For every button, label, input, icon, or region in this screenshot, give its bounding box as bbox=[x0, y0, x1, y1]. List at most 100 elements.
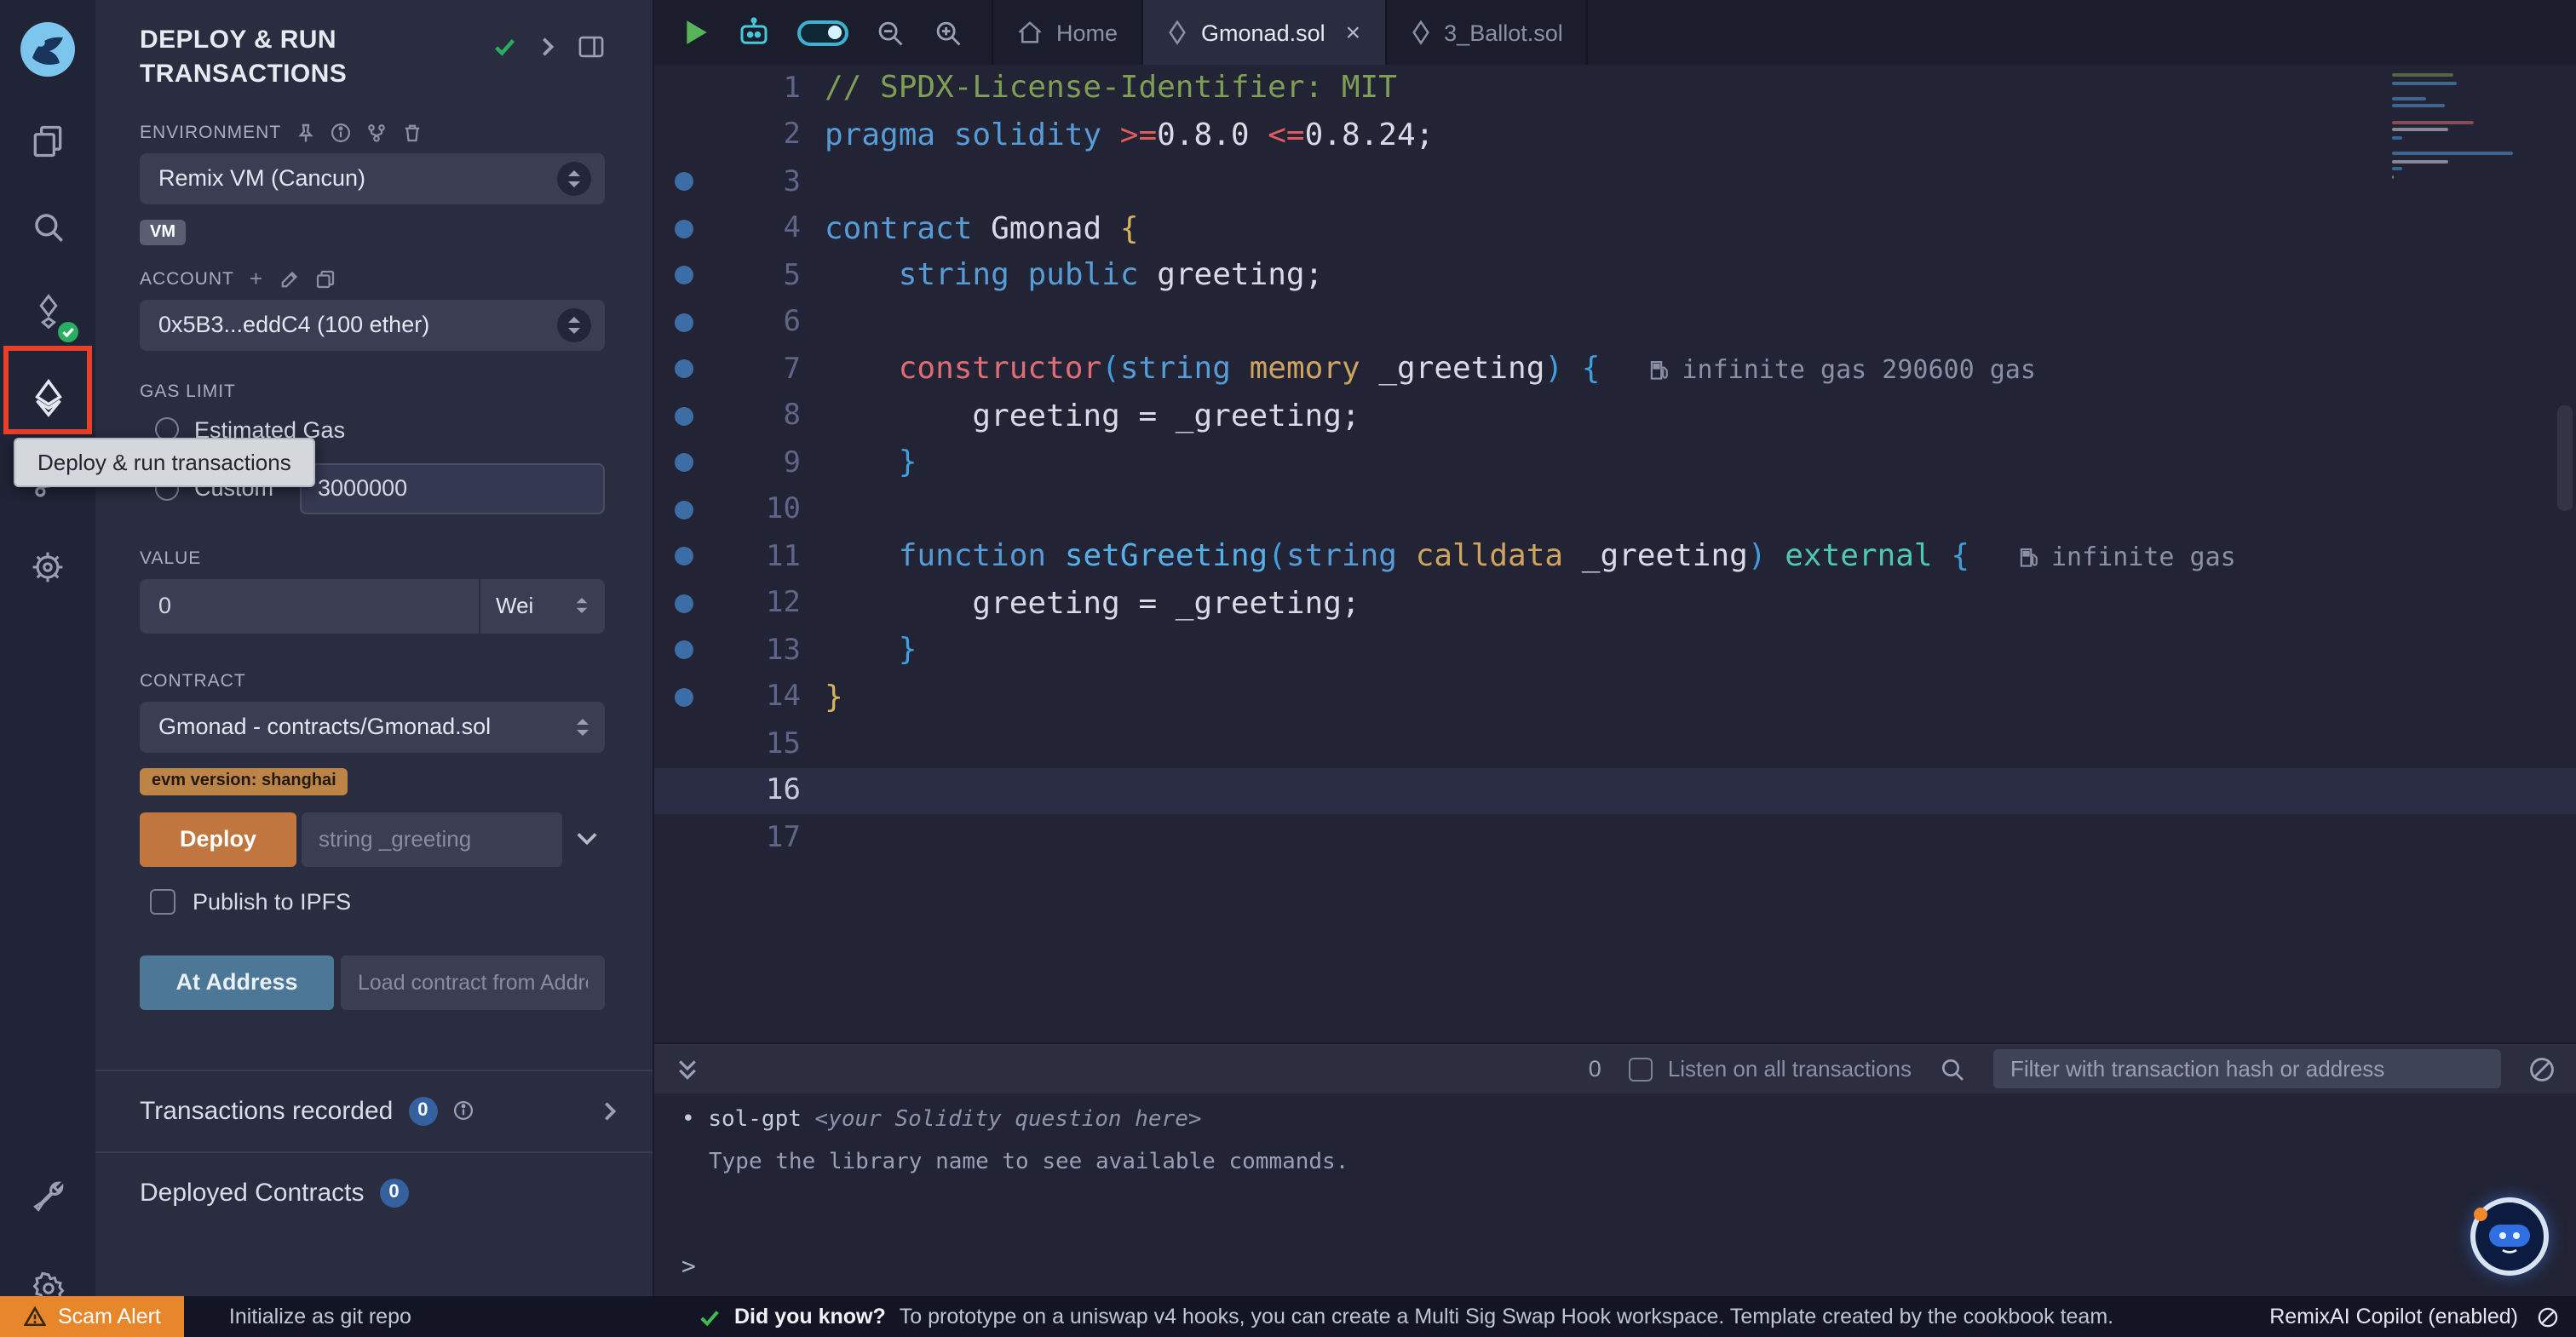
gutter-dot-icon[interactable] bbox=[674, 313, 693, 332]
custom-gas-input[interactable] bbox=[299, 462, 605, 514]
code-line-14[interactable]: 14} bbox=[654, 674, 2576, 720]
gutter[interactable] bbox=[654, 548, 712, 566]
gutter-dot-icon[interactable] bbox=[674, 267, 693, 285]
fork-icon[interactable] bbox=[366, 122, 387, 142]
editor-scrollbar[interactable] bbox=[2557, 405, 2573, 511]
code-editor[interactable]: 1// SPDX-License-Identifier: MIT2pragma … bbox=[654, 65, 2576, 1042]
constructor-arg-input[interactable] bbox=[302, 812, 562, 866]
deploy-button[interactable]: Deploy bbox=[140, 812, 296, 866]
gutter[interactable] bbox=[654, 173, 712, 192]
tab-home[interactable]: Home bbox=[993, 0, 1143, 65]
add-account-icon[interactable]: + bbox=[250, 270, 263, 287]
chevron-right-icon[interactable] bbox=[601, 1099, 618, 1122]
gutter-dot-icon[interactable] bbox=[674, 173, 693, 192]
code-line-3[interactable]: 3 bbox=[654, 158, 2576, 205]
gutter-dot-icon[interactable] bbox=[674, 407, 693, 426]
gutter[interactable] bbox=[654, 220, 712, 238]
clear-console-icon[interactable] bbox=[2528, 1055, 2556, 1082]
code-line-9[interactable]: 9 } bbox=[654, 439, 2576, 486]
pin-icon[interactable] bbox=[296, 122, 315, 142]
search-icon[interactable] bbox=[0, 184, 95, 269]
code-line-13[interactable]: 13 } bbox=[654, 627, 2576, 674]
copilot-status[interactable]: RemixAI Copilot (enabled) bbox=[2269, 1305, 2518, 1328]
account-select[interactable]: 0x5B3...eddC4 (100 ether) bbox=[140, 299, 605, 350]
debugger-icon[interactable] bbox=[0, 1153, 95, 1238]
gutter[interactable] bbox=[654, 454, 712, 473]
gutter[interactable] bbox=[654, 501, 712, 519]
code-line-11[interactable]: 11 function setGreeting(string calldata … bbox=[654, 533, 2576, 580]
pin-panel-icon[interactable] bbox=[578, 34, 605, 60]
copy-icon[interactable] bbox=[314, 268, 335, 289]
gutter[interactable] bbox=[654, 267, 712, 285]
ai-debug-icon[interactable] bbox=[736, 17, 772, 48]
tab-ballot-sol[interactable]: 3_Ballot.sol bbox=[1386, 0, 1589, 65]
remix-logo[interactable] bbox=[0, 0, 95, 99]
expand-terminal-icon[interactable] bbox=[675, 1057, 700, 1081]
gutter[interactable] bbox=[654, 360, 712, 379]
code-line-12[interactable]: 12 greeting = _greeting; bbox=[654, 580, 2576, 627]
close-icon[interactable]: × bbox=[1346, 18, 1361, 47]
gutter[interactable] bbox=[654, 594, 712, 613]
code-line-17[interactable]: 17 bbox=[654, 814, 2576, 861]
code-line-1[interactable]: 1// SPDX-License-Identifier: MIT bbox=[654, 65, 2576, 112]
gutter[interactable] bbox=[654, 313, 712, 332]
gutter-dot-icon[interactable] bbox=[674, 548, 693, 566]
terminal[interactable]: • sol-gpt <your Solidity question here> … bbox=[654, 1093, 2576, 1296]
select-stepper-icon bbox=[574, 716, 591, 737]
code-line-10[interactable]: 10 bbox=[654, 486, 2576, 533]
listen-all-option[interactable]: Listen on all transactions bbox=[1629, 1056, 1912, 1082]
environment-select[interactable]: Remix VM (Cancun) bbox=[140, 152, 605, 204]
remix-ai-assistant-button[interactable] bbox=[2470, 1197, 2549, 1276]
at-address-button[interactable]: At Address bbox=[140, 955, 334, 1009]
gutter-dot-icon[interactable] bbox=[674, 688, 693, 707]
code-line-5[interactable]: 5 string public greeting; bbox=[654, 252, 2576, 299]
deployed-contracts-section[interactable]: Deployed Contracts 0 bbox=[95, 1151, 653, 1232]
zoom-in-icon[interactable] bbox=[932, 16, 964, 49]
gutter-dot-icon[interactable] bbox=[674, 360, 693, 379]
search-icon[interactable] bbox=[1939, 1055, 1966, 1082]
gutter-dot-icon[interactable] bbox=[674, 454, 693, 473]
code-line-16[interactable]: 16 bbox=[654, 767, 2576, 814]
zoom-out-icon[interactable] bbox=[874, 16, 906, 49]
minimap[interactable] bbox=[2392, 73, 2525, 220]
gutter-dot-icon[interactable] bbox=[674, 501, 693, 519]
tab-gmonad-sol[interactable]: Gmonad.sol × bbox=[1143, 0, 1386, 65]
code-line-15[interactable]: 15 bbox=[654, 720, 2576, 767]
deploy-run-icon[interactable] bbox=[0, 354, 95, 439]
gutter-dot-icon[interactable] bbox=[674, 641, 693, 660]
run-script-icon[interactable] bbox=[681, 17, 710, 48]
copilot-toggle[interactable] bbox=[797, 20, 848, 45]
file-explorer-icon[interactable] bbox=[0, 99, 95, 184]
gutter[interactable] bbox=[654, 688, 712, 707]
plugin-manager-icon[interactable] bbox=[0, 525, 95, 610]
gutter[interactable] bbox=[654, 641, 712, 660]
code-line-2[interactable]: 2pragma solidity >=0.8.0 <=0.8.24; bbox=[654, 112, 2576, 158]
info-icon[interactable] bbox=[452, 1100, 473, 1121]
solidity-compiler-icon[interactable] bbox=[0, 269, 95, 354]
filter-transactions-input[interactable] bbox=[1993, 1049, 2501, 1088]
contract-select[interactable]: Gmonad - contracts/Gmonad.sol bbox=[140, 701, 605, 752]
gutter-dot-icon[interactable] bbox=[674, 220, 693, 238]
value-unit-select[interactable]: Wei bbox=[479, 578, 605, 633]
gutter-dot-icon[interactable] bbox=[674, 594, 693, 613]
transactions-recorded-section[interactable]: Transactions recorded 0 bbox=[95, 1069, 653, 1151]
scam-alert[interactable]: Scam Alert bbox=[0, 1296, 185, 1337]
terminal-prompt[interactable]: > bbox=[681, 1254, 696, 1281]
at-address-input[interactable] bbox=[341, 955, 605, 1009]
expand-deploy-icon[interactable] bbox=[567, 831, 605, 846]
listen-all-checkbox[interactable] bbox=[1629, 1057, 1653, 1081]
copilot-status-icon[interactable] bbox=[2537, 1305, 2559, 1328]
info-icon[interactable] bbox=[331, 122, 351, 142]
code-line-8[interactable]: 8 greeting = _greeting; bbox=[654, 393, 2576, 439]
chevron-right-icon[interactable] bbox=[538, 36, 557, 58]
code-line-6[interactable]: 6 bbox=[654, 299, 2576, 346]
publish-ipfs-option[interactable]: Publish to IPFS bbox=[140, 888, 605, 914]
trash-icon[interactable] bbox=[402, 122, 423, 142]
gutter[interactable] bbox=[654, 407, 712, 426]
edit-icon[interactable] bbox=[279, 268, 299, 289]
code-line-4[interactable]: 4contract Gmonad { bbox=[654, 205, 2576, 252]
code-line-7[interactable]: 7 constructor(string memory _greeting) {… bbox=[654, 346, 2576, 393]
value-input[interactable] bbox=[140, 578, 479, 633]
git-init-button[interactable]: Initialize as git repo bbox=[229, 1305, 411, 1328]
publish-ipfs-checkbox[interactable] bbox=[150, 888, 175, 914]
